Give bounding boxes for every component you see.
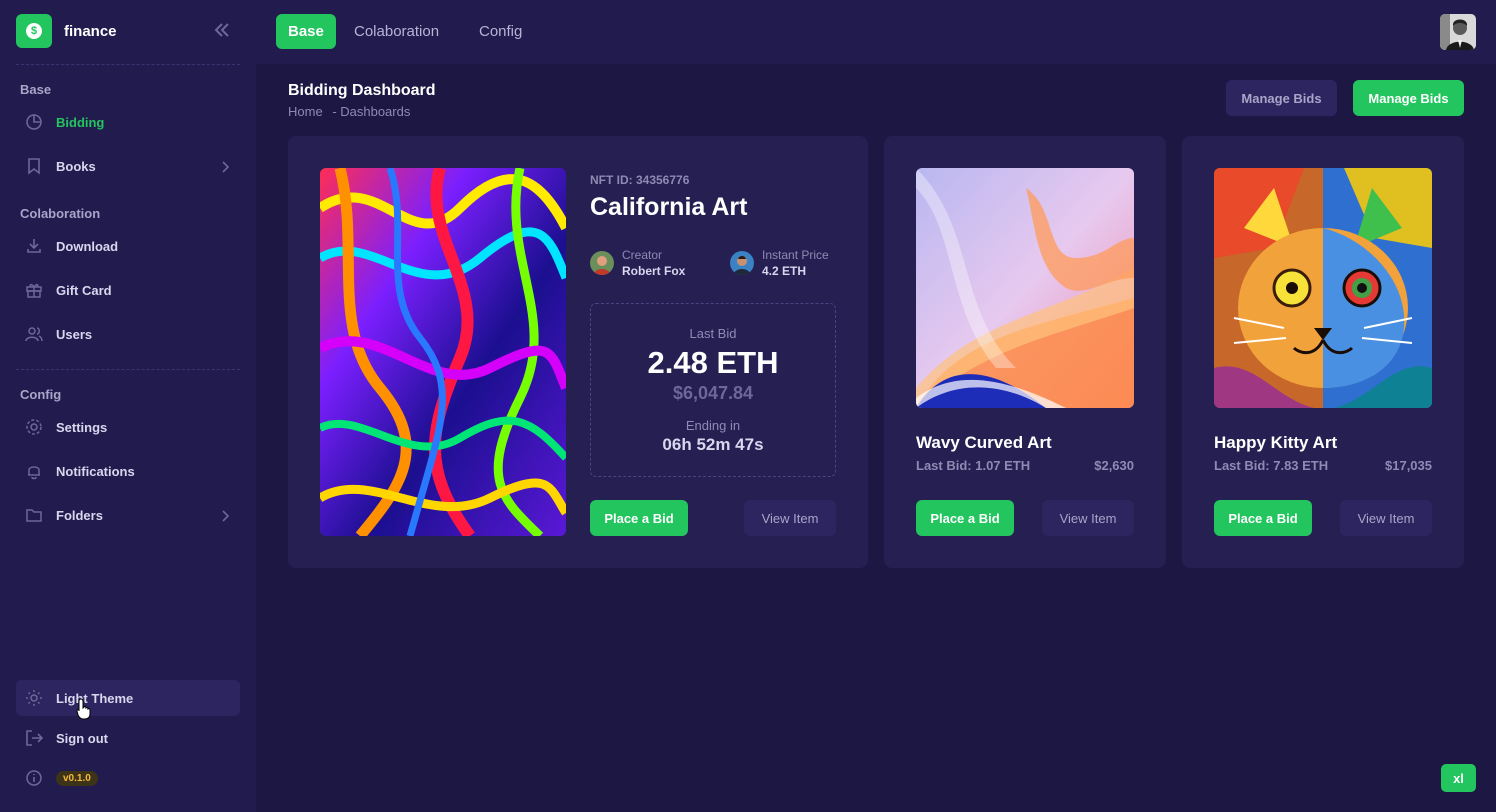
divider [16, 64, 240, 65]
nft-id: NFT ID: 34356776 [590, 173, 690, 187]
sidebar-item-books[interactable]: Books [16, 148, 240, 184]
sidebar-item-label: Settings [56, 419, 108, 435]
creator-name[interactable]: Robert Fox [622, 264, 685, 278]
last-bid-label: Last Bid [689, 326, 737, 341]
nft-title: California Art [590, 193, 748, 221]
breadcrumb-current: - Dashboards [332, 104, 411, 119]
ending-time: 06h 52m 47s [662, 435, 764, 454]
manage-bids-primary-button[interactable]: Manage Bids [1353, 80, 1464, 116]
sun-icon [24, 688, 44, 708]
creator-label: Creator [622, 248, 663, 262]
sidebar-item-label: Gift Card [56, 282, 112, 298]
breakpoint-badge: xl [1441, 764, 1476, 792]
creator-avatar [590, 251, 614, 275]
card-title: Wavy Curved Art [916, 433, 1052, 452]
ending-label: Ending in [685, 418, 741, 433]
card-title: Happy Kitty Art [1214, 433, 1338, 452]
theme-label: Light Theme [56, 690, 134, 706]
brand[interactable]: $ finance [16, 14, 117, 48]
chevron-right-icon [220, 509, 230, 527]
sidebar-item-label: Notifications [56, 463, 135, 479]
section-label-colaboration: Colaboration [20, 206, 101, 221]
last-bid-box: Last Bid 2.48 ETH $6,047.84 Ending in 06… [590, 303, 836, 477]
card-last-bid: Last Bid: 1.07 ETH [916, 458, 1031, 473]
page-title: Bidding Dashboard [288, 82, 436, 99]
sign-out-label: Sign out [56, 730, 108, 746]
card-last-bid: Last Bid: 7.83 ETH [1214, 458, 1329, 473]
sidebar-item-label: Folders [56, 507, 103, 523]
sign-out-icon [24, 728, 44, 748]
pointer-cursor-icon [76, 698, 92, 725]
dollar-coin-icon: $ [16, 14, 52, 48]
sidebar-item-bidding[interactable]: Bidding [16, 104, 240, 140]
price-info: Instant Price 4.2 ETH [730, 248, 829, 278]
view-item-button[interactable]: View Item [1340, 500, 1432, 536]
double-chevron-left-icon[interactable] [212, 20, 232, 40]
chevron-right-icon [220, 160, 230, 178]
sidebar-item-notifications[interactable]: Notifications [16, 453, 240, 489]
price-label: Instant Price [762, 248, 829, 262]
sign-out-button[interactable]: Sign out [16, 720, 240, 756]
info-icon [24, 768, 44, 788]
california-art-image[interactable] [320, 168, 566, 536]
sidebar-item-settings[interactable]: Settings [16, 409, 240, 445]
wavy-curved-art-image[interactable] [916, 168, 1134, 408]
sidebar-item-download[interactable]: Download [16, 228, 240, 264]
sidebar-item-label: Bidding [56, 114, 105, 130]
sidebar-item-label: Users [56, 326, 93, 342]
gift-icon [24, 280, 44, 300]
sidebar: $ finance Base Bidding Books Colaboratio… [0, 0, 256, 812]
card-usd: $17,035 [1385, 458, 1432, 473]
gear-icon [24, 417, 44, 437]
view-item-button[interactable]: View Item [1042, 500, 1134, 536]
brand-name: finance [64, 22, 117, 40]
price-value: 4.2 ETH [762, 264, 807, 278]
place-bid-button[interactable]: Place a Bid [590, 500, 688, 536]
sidebar-item-label: Download [56, 238, 119, 254]
bookmark-icon [24, 156, 44, 176]
card-usd: $2,630 [1094, 458, 1134, 473]
tab-config[interactable]: Config [467, 14, 534, 49]
happy-kitty-art-image[interactable] [1214, 168, 1432, 408]
version-badge: v0.1.0 [56, 770, 98, 786]
place-bid-button[interactable]: Place a Bid [1214, 500, 1312, 536]
folder-icon [24, 505, 44, 525]
top-bar: Base Colaboration Config [256, 0, 1496, 64]
section-label-config: Config [20, 387, 62, 402]
creator-info: Creator Robert Fox [590, 248, 685, 278]
last-bid-eth: 2.48 ETH [647, 345, 779, 380]
sidebar-item-gift-card[interactable]: Gift Card [16, 272, 240, 308]
divider [16, 369, 240, 370]
place-bid-button[interactable]: Place a Bid [916, 500, 1014, 536]
breadcrumb: Home - Dashboards [288, 104, 410, 119]
sidebar-item-label: Books [56, 158, 96, 174]
tab-base[interactable]: Base [276, 14, 336, 49]
download-icon [24, 236, 44, 256]
theme-toggle[interactable]: Light Theme [16, 680, 240, 716]
bell-icon [24, 461, 44, 481]
sidebar-item-users[interactable]: Users [16, 316, 240, 352]
manage-bids-secondary-button[interactable]: Manage Bids [1226, 80, 1337, 116]
last-bid-usd: $6,047.84 [672, 383, 754, 403]
section-label-base: Base [20, 82, 52, 97]
user-avatar[interactable] [1440, 14, 1476, 50]
tab-colaboration[interactable]: Colaboration [342, 14, 451, 49]
view-item-button[interactable]: View Item [744, 500, 836, 536]
sidebar-item-folders[interactable]: Folders [16, 497, 240, 533]
breadcrumb-home[interactable]: Home [288, 104, 323, 119]
users-icon [24, 324, 44, 344]
version-row: v0.1.0 [16, 760, 240, 796]
price-avatar [730, 251, 754, 275]
pie-chart-icon [24, 112, 44, 132]
